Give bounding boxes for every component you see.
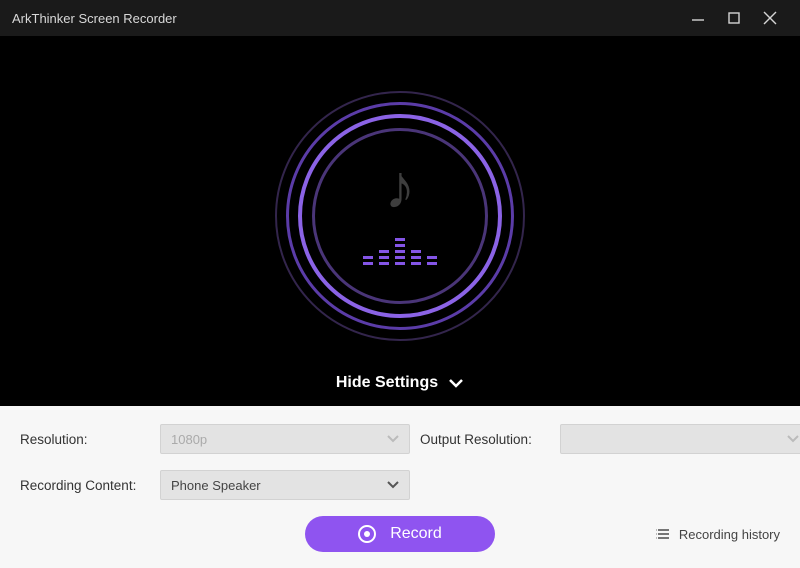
settings-grid: Resolution: 1080p Output Resolution: Rec…	[20, 424, 780, 500]
resolution-label: Resolution:	[20, 432, 150, 447]
close-button[interactable]	[752, 4, 788, 32]
recording-history-button[interactable]: Recording history	[655, 526, 780, 542]
recording-content-label: Recording Content:	[20, 478, 150, 493]
settings-panel: Resolution: 1080p Output Resolution: Rec…	[0, 406, 800, 568]
resolution-select[interactable]: 1080p	[160, 424, 410, 454]
hide-settings-label: Hide Settings	[336, 374, 438, 392]
recording-content-value: Phone Speaker	[171, 478, 261, 493]
bottom-bar: Record Recording history	[20, 514, 780, 554]
record-label: Record	[390, 525, 442, 543]
resolution-value: 1080p	[171, 432, 207, 447]
chevron-down-icon	[387, 433, 399, 445]
recording-history-label: Recording history	[679, 527, 780, 542]
visualizer-ring	[312, 128, 488, 304]
titlebar: ArkThinker Screen Recorder	[0, 0, 800, 36]
record-button[interactable]: Record	[305, 516, 495, 552]
hide-settings-toggle[interactable]: Hide Settings	[336, 374, 464, 392]
chevron-down-icon	[387, 479, 399, 491]
recording-content-select[interactable]: Phone Speaker	[160, 470, 410, 500]
close-icon	[763, 11, 777, 25]
history-list-icon	[655, 526, 671, 542]
maximize-button[interactable]	[716, 4, 752, 32]
maximize-icon	[727, 11, 741, 25]
output-resolution-label: Output Resolution:	[420, 432, 550, 447]
window-title: ArkThinker Screen Recorder	[12, 11, 680, 26]
chevron-down-icon	[787, 433, 799, 445]
chevron-down-icon	[448, 375, 464, 391]
audio-visualizer: ♪	[275, 91, 525, 341]
minimize-button[interactable]	[680, 4, 716, 32]
preview-stage: ♪ Hide Settings	[0, 36, 800, 406]
output-resolution-select[interactable]	[560, 424, 800, 454]
record-icon	[358, 525, 376, 543]
minimize-icon	[691, 11, 705, 25]
